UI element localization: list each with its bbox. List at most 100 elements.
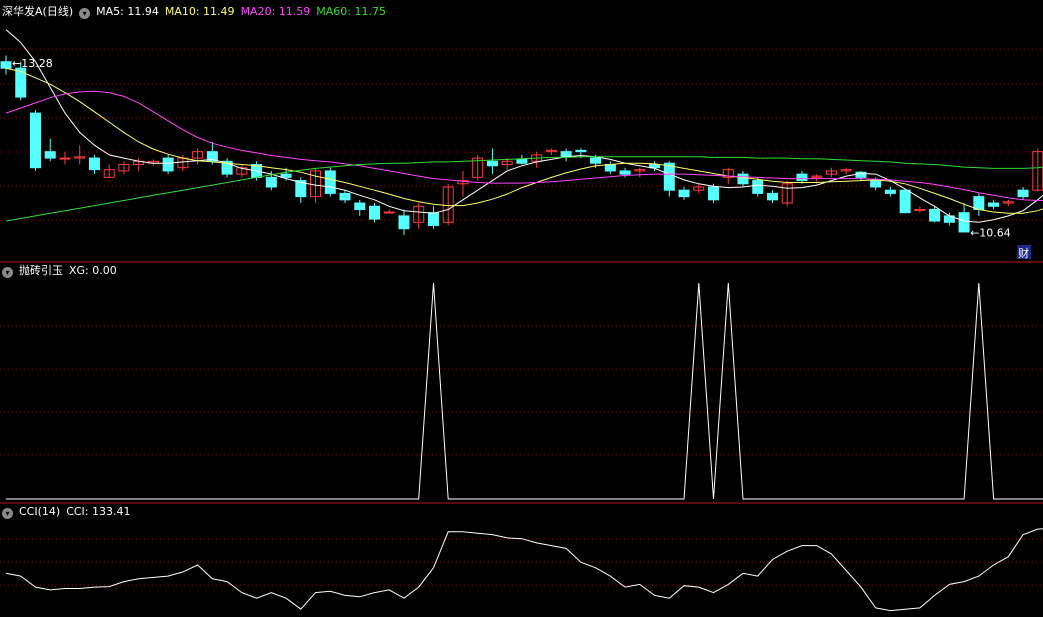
period-label: (日线) (42, 5, 74, 18)
candle (545, 148, 557, 155)
xg-signal-panel (6, 282, 1043, 500)
candle (678, 186, 690, 200)
candle-body (766, 192, 778, 201)
candle-body (162, 157, 174, 172)
candle (840, 167, 852, 175)
ma-line-ma20 (5, 90, 1043, 201)
candle (369, 203, 380, 223)
chevron-down-icon[interactable]: ▾ (2, 267, 13, 278)
candlestick-series (0, 55, 1043, 236)
candle (1032, 148, 1043, 192)
candle (988, 199, 1000, 210)
candle-body (663, 162, 675, 191)
candle-body (973, 196, 985, 210)
candle (29, 109, 41, 171)
candle-body (737, 173, 749, 185)
main-chart-header: 深华发A(日线) ▾ MA5: 11.94 MA10: 11.49 MA20: 11.5… (2, 4, 392, 20)
candle (472, 154, 484, 181)
candle-body (899, 189, 911, 214)
cci-panel-header: ▾ CCI(14) CCI: 133.41 (2, 504, 137, 520)
candle (74, 145, 86, 165)
candle-body (0, 61, 12, 69)
candle (221, 158, 233, 178)
candle (88, 154, 100, 175)
candle-body (516, 158, 528, 164)
cci-panel-title: CCI(14) (19, 505, 61, 518)
candle (324, 167, 336, 197)
candle (236, 164, 248, 178)
candle (604, 161, 616, 175)
candle-body (884, 189, 896, 194)
candle (516, 154, 528, 165)
candle (531, 151, 543, 168)
candle (766, 190, 778, 204)
candle (781, 180, 793, 207)
grid-lines (0, 48, 1043, 586)
candle (958, 203, 970, 233)
candle-body (914, 208, 926, 211)
candle-body (870, 180, 882, 188)
candle (413, 203, 425, 229)
xg-panel-header: ▾ 抛砖引玉 XG: 0.00 (2, 263, 123, 279)
candle-body (427, 212, 439, 227)
candle-body (383, 211, 395, 214)
candle (825, 167, 837, 178)
candle-body (575, 149, 587, 153)
candle (354, 199, 366, 216)
candle-body (88, 157, 100, 171)
candle (943, 212, 955, 226)
ma-line-ma60 (5, 156, 1043, 222)
candle-body (280, 173, 292, 178)
candle (899, 188, 911, 214)
candle-body (708, 186, 720, 201)
candle (339, 190, 351, 204)
candle (427, 206, 439, 229)
candle-body (265, 176, 277, 188)
candle-body (590, 157, 602, 164)
candle (59, 151, 71, 165)
candle (162, 154, 174, 175)
candle (693, 183, 705, 194)
candle (442, 183, 454, 226)
candle (973, 193, 985, 216)
candle (192, 148, 204, 165)
candle-body (44, 151, 56, 159)
candle-body (649, 164, 661, 169)
chevron-down-icon[interactable]: ▾ (2, 508, 13, 519)
candle (737, 170, 749, 187)
candle-body (1017, 189, 1029, 198)
high-price-label: ←13.28 (12, 57, 53, 70)
financial-marker-label: 财 (1018, 246, 1029, 260)
low-price-label: ←10.64 (970, 227, 1011, 240)
cci-value: CCI: 133.41 (66, 505, 131, 518)
candle-body (324, 170, 336, 194)
candle (118, 161, 130, 175)
candle-body (59, 157, 71, 160)
xg-value: XG: 0.00 (69, 264, 117, 277)
candle (796, 170, 808, 184)
candle-body (752, 180, 764, 194)
candle (133, 158, 145, 171)
ma20-value: MA20: 11.59 (240, 5, 311, 18)
candle-body (929, 208, 941, 222)
candle (884, 186, 896, 197)
chevron-down-icon[interactable]: ▾ (79, 8, 91, 19)
candle-body (796, 173, 808, 182)
candle-body (604, 164, 616, 172)
candle-body (678, 189, 690, 198)
candle-body (339, 192, 351, 201)
candle (383, 209, 395, 214)
candle-body (486, 160, 498, 167)
candle (398, 209, 410, 236)
candle (914, 206, 926, 213)
candle (0, 55, 12, 75)
candle-body (369, 205, 380, 220)
candle-body (354, 202, 366, 210)
candle (44, 138, 56, 162)
candle-body (988, 202, 1000, 207)
stock-chart: ←13.28 ←10.64 财 (0, 29, 1043, 612)
candle (1017, 186, 1029, 200)
candle-body (29, 112, 41, 169)
ma10-value: MA10: 11.49 (164, 5, 235, 18)
ma60-value: MA60: 11.75 (316, 5, 386, 18)
